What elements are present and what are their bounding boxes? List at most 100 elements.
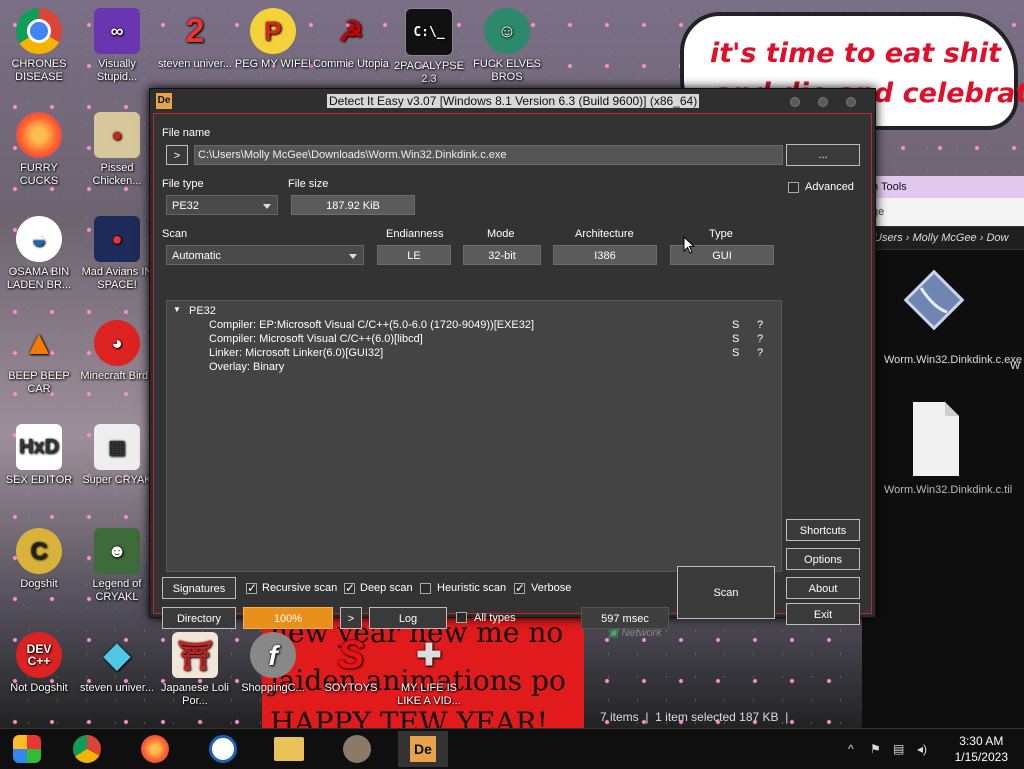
taskbar-chrome[interactable]: [62, 731, 112, 767]
taskbar-firefox[interactable]: [130, 731, 180, 767]
desktop-icon[interactable]: S SOYTOYS: [312, 632, 390, 695]
close-button[interactable]: [846, 97, 856, 107]
progress-arrow-button[interactable]: >: [340, 607, 362, 629]
file-name-label: File name: [162, 127, 211, 139]
flash-icon: f: [250, 632, 296, 678]
about-button[interactable]: About: [786, 577, 860, 599]
desktop-icon[interactable]: 2 steven univer...: [156, 8, 234, 71]
folder-icon: [274, 737, 304, 761]
options-button[interactable]: Options: [786, 548, 860, 570]
signatures-button[interactable]: Signatures: [162, 577, 236, 599]
p-logo-icon: P: [250, 8, 296, 54]
desktop-icon[interactable]: ◆ steven univer...: [78, 632, 156, 695]
signature-button[interactable]: S: [732, 319, 739, 331]
flag-icon[interactable]: ⚑: [870, 742, 881, 756]
maximize-button[interactable]: [818, 97, 828, 107]
taskbar-obama[interactable]: [198, 731, 248, 767]
hxd-icon: HxD: [16, 424, 62, 470]
heuristic-scan-checkbox[interactable]: [420, 583, 431, 594]
taskbar-file-explorer[interactable]: [264, 731, 314, 767]
chrome-icon: [73, 735, 101, 763]
address-bar[interactable]: Users › Molly McGee › Dow: [862, 226, 1024, 250]
desktop-icon[interactable]: ⛩ Japanese Loli Por...: [156, 632, 234, 708]
network-icon[interactable]: ▤: [893, 742, 904, 756]
title-bar[interactable]: De Detect It Easy v3.07 [Windows 8.1 Ver…: [150, 89, 875, 113]
tray-overflow-icon[interactable]: ^: [848, 742, 854, 756]
desktop-icon-label: ShoppingC...: [241, 682, 305, 694]
desktop-icon[interactable]: P PEG MY WIFE!: [234, 8, 312, 71]
log-button[interactable]: Log: [369, 607, 447, 629]
file-type-select[interactable]: PE32: [166, 195, 278, 215]
file-item[interactable]: W: [1010, 360, 1024, 372]
recursive-scan-checkbox[interactable]: [246, 581, 257, 595]
signature-button[interactable]: S: [732, 333, 739, 345]
desktop-icon[interactable]: CHRONES DISEASE: [0, 8, 78, 84]
advanced-checkbox[interactable]: [788, 182, 799, 193]
file-item[interactable]: Worm.Win32.Dinkdink.c.til: [884, 398, 1012, 496]
file-item[interactable]: Worm.Win32.Dinkdink.c.exe: [884, 268, 1022, 366]
desktop-icon[interactable]: ▲ BEEP BEEP CAR: [0, 320, 78, 396]
desktop-icon-label: CHRONES DISEASE: [11, 58, 67, 83]
result-row[interactable]: Linker: Microsoft Linker(6.0)[GUI32] S?: [167, 347, 781, 361]
desktop-icon[interactable]: ● Mad Avians IN SPACE!: [78, 216, 156, 292]
desktop-icon-label: MY LIFE IS LIKE A VID...: [397, 682, 461, 707]
scan-button[interactable]: Scan: [677, 566, 775, 619]
explorer-window[interactable]: n Tools ge Users › Molly McGee › Dow Wor…: [862, 176, 1024, 728]
ribbon-tab[interactable]: n Tools: [862, 176, 1024, 198]
desktop-icon-label: Visually Stupid...: [96, 58, 138, 83]
taskbar-portrait-app[interactable]: [332, 731, 382, 767]
chevron-down-icon: [263, 204, 271, 209]
desktop-icon[interactable]: ✚ MY LIFE IS LIKE A VID...: [390, 632, 468, 708]
nav-arrow-button[interactable]: >: [166, 145, 188, 165]
desktop-icon[interactable]: ◒ OSAMA BIN LADEN BR...: [0, 216, 78, 292]
desktop-icon[interactable]: ▦ Super CRYAK: [78, 424, 156, 487]
file-size-value: 187.92 KiB: [291, 195, 415, 215]
collapse-triangle-icon[interactable]: ▼: [173, 305, 181, 314]
verbose-label: Verbose: [531, 582, 572, 594]
info-button[interactable]: ?: [757, 333, 763, 345]
deep-scan-checkbox[interactable]: [344, 581, 355, 595]
directory-button[interactable]: Directory: [162, 607, 236, 629]
file-path-field[interactable]: C:\Users\Molly McGee\Downloads\Worm.Win3…: [194, 145, 783, 165]
volume-icon[interactable]: ◂): [917, 742, 927, 756]
scan-mode-select[interactable]: Automatic: [166, 245, 364, 265]
info-button[interactable]: ?: [757, 319, 763, 331]
desktop-icon[interactable]: C:\_ 2PACALYPSE 2.3: [390, 8, 468, 86]
blank-file-icon: [899, 398, 969, 478]
chrome-icon: [16, 8, 62, 54]
minimize-button[interactable]: [790, 97, 800, 107]
desktop-icon-label: Commie Utopia: [313, 58, 389, 70]
signature-button[interactable]: S: [732, 347, 739, 359]
result-text: Compiler: EP:Microsoft Visual C/C++(5.0-…: [209, 319, 535, 331]
mode-value: 32-bit: [463, 245, 541, 265]
exit-button[interactable]: Exit: [786, 603, 860, 625]
shortcuts-button[interactable]: Shortcuts: [786, 519, 860, 541]
start-button[interactable]: [2, 731, 52, 767]
desktop-icon[interactable]: ◕ Minecraft Birds: [78, 320, 156, 383]
desktop-icon[interactable]: ☺ FUCK ELVES BROS: [468, 8, 546, 84]
desktop-icon[interactable]: ● Pissed Chicken...: [78, 112, 156, 188]
verbose-checkbox[interactable]: [514, 581, 525, 595]
taskbar-clock[interactable]: 3:30 AM 1/15/2023: [955, 733, 1008, 765]
desktop-icon[interactable]: ☻ Legend of CRYAKL: [78, 528, 156, 604]
desktop-icon[interactable]: DEV C++ Not Dogshit: [0, 632, 78, 695]
info-button[interactable]: ?: [757, 347, 763, 359]
taskbar-detect-it-easy[interactable]: De: [398, 731, 448, 767]
tree-root[interactable]: ▼ PE32: [167, 305, 781, 319]
desktop-icon[interactable]: f ShoppingC...: [234, 632, 312, 695]
results-tree[interactable]: ▼ PE32 Compiler: EP:Microsoft Visual C/C…: [166, 300, 782, 572]
status-selection: 1 item selected 187 KB: [655, 710, 779, 724]
angry-bird-icon: ◕: [94, 320, 140, 366]
result-row[interactable]: Compiler: EP:Microsoft Visual C/C++(5.0-…: [167, 319, 781, 333]
recursive-scan-label: Recursive scan: [262, 582, 338, 594]
result-row[interactable]: Overlay: Binary: [167, 361, 781, 375]
desktop-icon[interactable]: FURRY CUCKS: [0, 112, 78, 188]
browse-button[interactable]: ...: [786, 144, 860, 166]
detect-it-easy-window[interactable]: De Detect It Easy v3.07 [Windows 8.1 Ver…: [149, 88, 876, 629]
desktop-icon[interactable]: HxD SEX EDITOR: [0, 424, 78, 487]
result-row[interactable]: Compiler: Microsoft Visual C/C++(6.0)[li…: [167, 333, 781, 347]
desktop-icon[interactable]: C Dogshit: [0, 528, 78, 591]
desktop-icon[interactable]: ☭ Commie Utopia: [312, 8, 390, 71]
all-types-checkbox[interactable]: [456, 612, 467, 623]
desktop-icon[interactable]: ∞ Visually Stupid...: [78, 8, 156, 84]
